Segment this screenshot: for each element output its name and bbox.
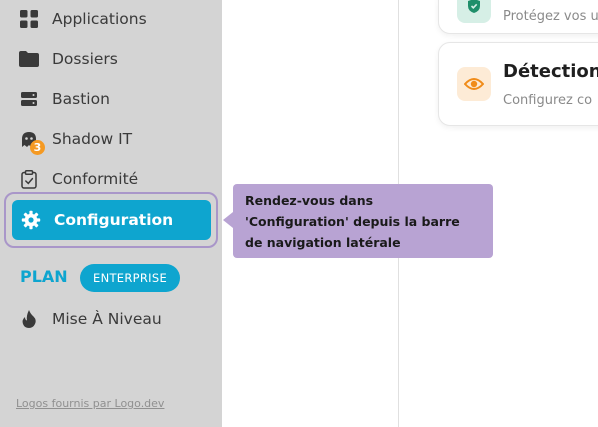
sidebar-item-configuration[interactable]: Configuration <box>12 200 211 240</box>
upgrade-button[interactable]: Mise À Niveau <box>18 304 162 334</box>
sidebar-item-label: Dossiers <box>52 50 118 68</box>
sidebar-item-conformite[interactable]: Conformité <box>18 164 138 194</box>
sidebar-item-label: Applications <box>52 10 147 28</box>
notification-badge: 3 <box>30 140 45 155</box>
sidebar-item-label: Conformité <box>52 170 139 188</box>
sidebar-item-label: Bastion <box>52 90 110 108</box>
card-description: Protégez vos u <box>503 9 598 24</box>
clipboard-check-icon <box>18 168 40 190</box>
sidebar-item-dossiers[interactable]: Dossiers <box>18 44 118 74</box>
sidebar-item-label: Configuration <box>54 211 174 229</box>
grid-icon <box>18 8 40 30</box>
sidebar: Applications Dossiers Bastion 3 Shadow I… <box>0 0 222 427</box>
sidebar-item-bastion[interactable]: Bastion <box>18 84 110 114</box>
gear-icon <box>20 209 42 231</box>
tooltip-arrow <box>223 212 233 228</box>
flame-icon <box>18 308 40 330</box>
card-description: Configurez co <box>503 93 593 108</box>
sidebar-item-label: Shadow IT <box>52 130 133 148</box>
server-icon <box>18 88 40 110</box>
logo-credit-link[interactable]: Logos fournis par Logo.dev <box>16 397 164 410</box>
shield-check-icon <box>457 0 491 23</box>
detection-card[interactable]: Détection Configurez co <box>438 42 598 126</box>
sidebar-item-shadow-it[interactable]: 3 Shadow IT <box>18 124 133 155</box>
card-title: Détection <box>503 61 598 82</box>
folder-icon <box>18 48 40 70</box>
ghost-icon: 3 <box>18 128 45 155</box>
sidebar-item-applications[interactable]: Applications <box>18 4 147 34</box>
security-card[interactable]: Protégez vos u <box>438 0 598 34</box>
onboarding-tooltip: Rendez-vous dans 'Configuration' depuis … <box>233 184 493 258</box>
plan-label: PLAN <box>20 267 68 286</box>
plan-badge[interactable]: ENTERPRISE <box>80 264 181 292</box>
eye-icon <box>457 67 491 101</box>
sidebar-item-label: Mise À Niveau <box>52 310 162 328</box>
